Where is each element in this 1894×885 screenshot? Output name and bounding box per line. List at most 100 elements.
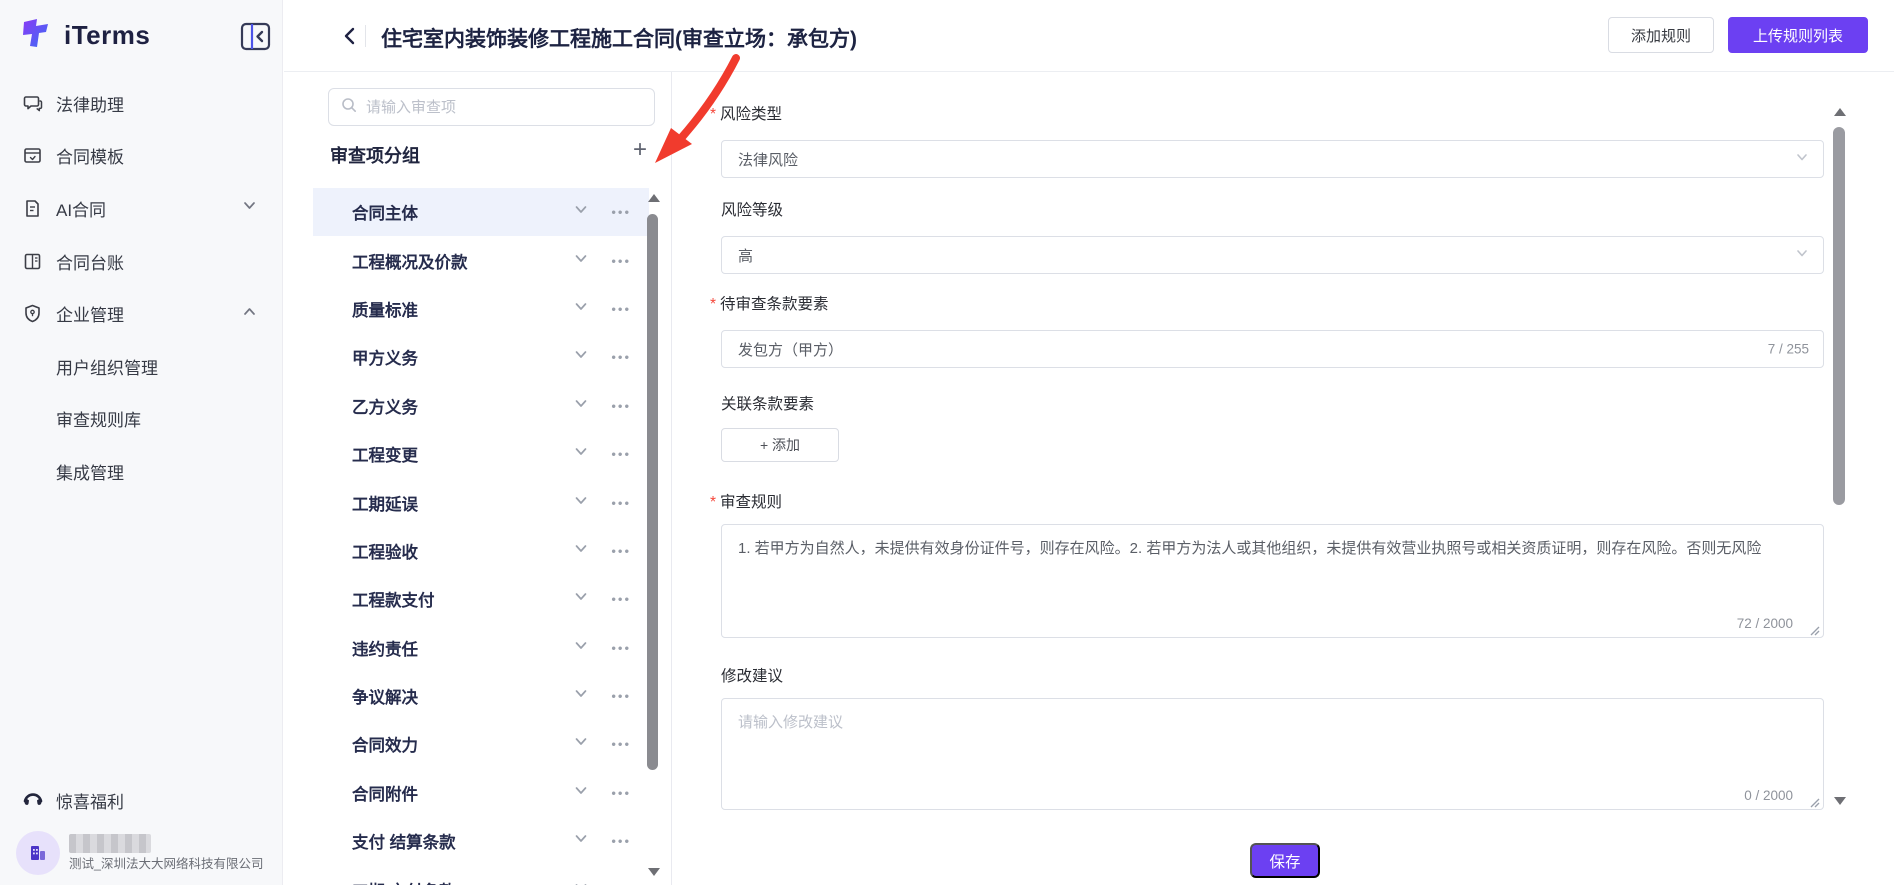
- group-list-item[interactable]: 甲方义务 •••: [313, 333, 649, 381]
- resize-handle-icon[interactable]: [1809, 795, 1820, 808]
- collapse-sidebar-icon[interactable]: [240, 22, 272, 52]
- back-icon[interactable]: [340, 26, 360, 46]
- clause-element-field[interactable]: 发包方（甲方） 7 / 255: [721, 330, 1824, 368]
- account-entry[interactable]: 测试_深圳法大大网络科技有限公司: [16, 831, 276, 879]
- sidebar: iTerms 法律助理合同模板 AI合同合同台账 企业管理 用户组织管理 审查规则库 集成…: [0, 0, 283, 885]
- clause-element-value: 发包方（甲方）: [738, 341, 844, 359]
- sidebar-menu: 法律助理合同模板 AI合同合同台账 企业管理 用户组织管理 审查规则库 集成管理: [0, 77, 283, 498]
- group-list-item[interactable]: 工程变更 •••: [313, 430, 649, 478]
- chevron-down-icon[interactable]: [573, 298, 589, 319]
- more-icon[interactable]: •••: [611, 253, 631, 268]
- more-icon[interactable]: •••: [611, 785, 631, 800]
- group-list-item[interactable]: 工期延误 •••: [313, 478, 649, 526]
- list-scroll-down-icon[interactable]: [648, 868, 660, 876]
- more-icon[interactable]: •••: [611, 592, 631, 607]
- group-list-item[interactable]: 违约责任 •••: [313, 624, 649, 672]
- document-icon: [22, 198, 56, 219]
- title-divider: [365, 25, 366, 47]
- sidebar-item-label: 惊喜福利: [56, 792, 124, 812]
- more-icon[interactable]: •••: [611, 640, 631, 655]
- list-scroll-up-icon[interactable]: [648, 194, 660, 202]
- chevron-down-icon[interactable]: [573, 444, 589, 465]
- more-icon[interactable]: •••: [611, 834, 631, 849]
- sidebar-item-3[interactable]: 合同台账: [0, 235, 283, 288]
- chevron-down-icon[interactable]: [573, 492, 589, 513]
- group-list-item[interactable]: 工程概况及价款 •••: [313, 236, 649, 284]
- list-scrollbar-thumb[interactable]: [647, 214, 658, 770]
- more-icon[interactable]: •••: [611, 737, 631, 752]
- group-list-item[interactable]: 乙方义务 •••: [313, 382, 649, 430]
- add-related-element-button[interactable]: + 添加: [721, 428, 839, 462]
- group-list-item[interactable]: 支付 结算条款 •••: [313, 817, 649, 865]
- group-list-item[interactable]: 质量标准 •••: [313, 285, 649, 333]
- sidebar-item-label: 合同模板: [56, 148, 124, 168]
- chevron-down-icon[interactable]: [573, 879, 589, 885]
- user-name-redacted: [69, 834, 151, 853]
- group-list-item[interactable]: 合同主体 •••: [313, 188, 649, 237]
- chevron-down-icon[interactable]: [573, 540, 589, 561]
- brand: iTerms: [20, 16, 150, 54]
- suggestion-label: 修改建议: [721, 668, 784, 685]
- sidebar-item-sub-7[interactable]: 集成管理: [0, 445, 283, 498]
- group-label: 工程概况及价款: [352, 253, 468, 272]
- resize-handle-icon[interactable]: [1809, 623, 1820, 636]
- form-scroll-down-icon[interactable]: [1834, 797, 1846, 805]
- chevron-down-icon[interactable]: [573, 686, 589, 707]
- more-icon[interactable]: •••: [611, 350, 631, 365]
- chevron-down-icon[interactable]: [573, 589, 589, 610]
- ledger-icon: [22, 251, 56, 272]
- group-list-item[interactable]: 工程款支付 •••: [313, 575, 649, 623]
- sidebar-item-label: AI合同: [56, 200, 107, 220]
- risk-type-select[interactable]: 法律风险: [721, 140, 1824, 178]
- more-icon[interactable]: •••: [611, 398, 631, 413]
- chevron-down-icon[interactable]: [573, 202, 589, 223]
- add-group-plus-icon[interactable]: +: [633, 138, 647, 162]
- risk-level-select[interactable]: 高: [721, 236, 1824, 274]
- upload-rules-button[interactable]: 上传规则列表: [1728, 17, 1868, 53]
- form-scroll-up-icon[interactable]: [1834, 108, 1846, 116]
- suggestion-textarea-wrap: 0 / 2000: [721, 698, 1824, 810]
- sidebar-item-2[interactable]: AI合同: [0, 182, 283, 235]
- chevron-down-icon[interactable]: [573, 347, 589, 368]
- sidebar-item-surprise-benefits[interactable]: 惊喜福利: [0, 785, 283, 815]
- surprise-benefits-icon: [22, 787, 44, 814]
- more-icon[interactable]: •••: [611, 205, 631, 220]
- more-icon[interactable]: •••: [611, 495, 631, 510]
- company-name: 测试_深圳法大大网络科技有限公司: [69, 857, 264, 871]
- save-button[interactable]: 保存: [1250, 843, 1320, 878]
- page-title: 住宅室内装饰装修工程施工合同(审查立场：承包方): [381, 28, 857, 51]
- sidebar-item-0[interactable]: 法律助理: [0, 77, 283, 130]
- more-icon[interactable]: •••: [611, 301, 631, 316]
- review-rule-textarea[interactable]: 1. 若甲方为自然人，未提供有效身份证件号，则存在风险。2. 若甲方为法人或其他…: [722, 525, 1823, 637]
- add-rule-button[interactable]: 添加规则: [1608, 17, 1714, 53]
- search-input[interactable]: [366, 98, 654, 116]
- group-list-item[interactable]: 合同效力 •••: [313, 720, 649, 768]
- sidebar-item-label: 法律助理: [56, 95, 124, 115]
- chevron-down-icon[interactable]: [573, 782, 589, 803]
- sidebar-item-sub-6[interactable]: 审查规则库: [0, 393, 283, 446]
- chevron-down-icon[interactable]: [573, 250, 589, 271]
- chevron-down-icon[interactable]: [573, 395, 589, 416]
- risk-type-label: * 风险类型: [710, 106, 783, 123]
- group-list-item[interactable]: 工期 交付条款 •••: [313, 865, 649, 885]
- form-scrollbar-thumb[interactable]: [1833, 127, 1845, 505]
- chevron-down-icon[interactable]: [573, 831, 589, 852]
- more-icon[interactable]: •••: [611, 447, 631, 462]
- group-list-item[interactable]: 争议解决 •••: [313, 672, 649, 720]
- sidebar-item-1[interactable]: 合同模板: [0, 130, 283, 183]
- group-list-item[interactable]: 合同附件 •••: [313, 769, 649, 817]
- suggestion-textarea[interactable]: [722, 699, 1823, 809]
- sidebar-item-4[interactable]: 企业管理: [0, 287, 283, 340]
- more-icon[interactable]: •••: [611, 543, 631, 558]
- group-label: 违约责任: [352, 640, 418, 659]
- sidebar-item-sub-5[interactable]: 用户组织管理: [0, 340, 283, 393]
- clause-element-label: * 待审查条款要素: [710, 296, 829, 313]
- brand-name: iTerms: [64, 19, 151, 50]
- chevron-down-icon[interactable]: [573, 734, 589, 755]
- group-list-item[interactable]: 工程验收 •••: [313, 527, 649, 575]
- group-label: 质量标准: [352, 301, 418, 320]
- group-label: 合同主体: [352, 205, 418, 224]
- more-icon[interactable]: •••: [611, 689, 631, 704]
- chevron-down-icon[interactable]: [573, 637, 589, 658]
- group-label: 合同附件: [352, 785, 418, 804]
